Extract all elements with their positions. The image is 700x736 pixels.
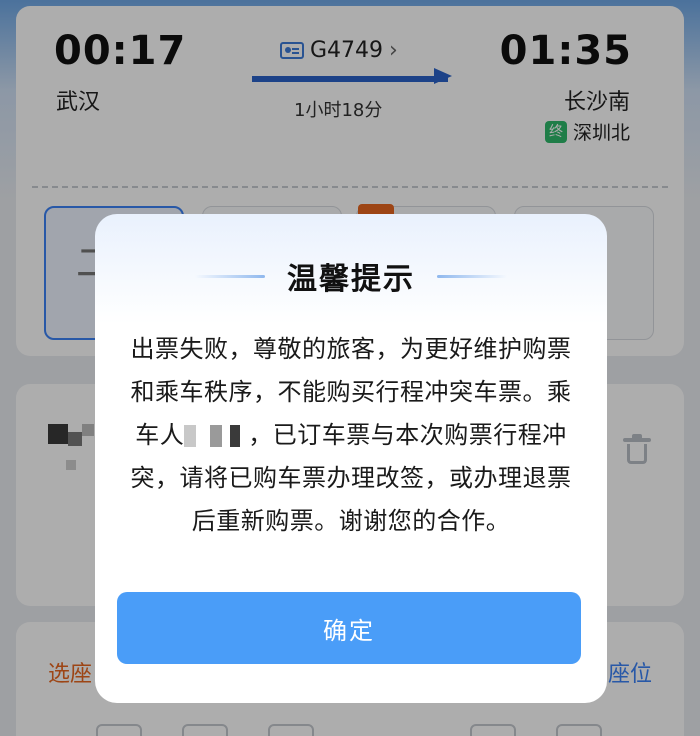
alert-dialog: 温馨提示 出票失败，尊敬的旅客，为更好维护购票和乘车秩序，不能购买行程冲突车票。… bbox=[95, 214, 607, 703]
confirm-button[interactable]: 确定 bbox=[117, 592, 581, 664]
title-decoration-right bbox=[437, 274, 507, 278]
dialog-header: 温馨提示 bbox=[95, 254, 607, 298]
redacted-passenger-name bbox=[184, 425, 249, 447]
title-decoration-left bbox=[195, 274, 265, 278]
dialog-title: 温馨提示 bbox=[287, 262, 415, 297]
dialog-message: 出票失败，尊敬的旅客，为更好维护购票和乘车秩序，不能购买行程冲突车票。乘车人 ，已… bbox=[129, 328, 573, 543]
